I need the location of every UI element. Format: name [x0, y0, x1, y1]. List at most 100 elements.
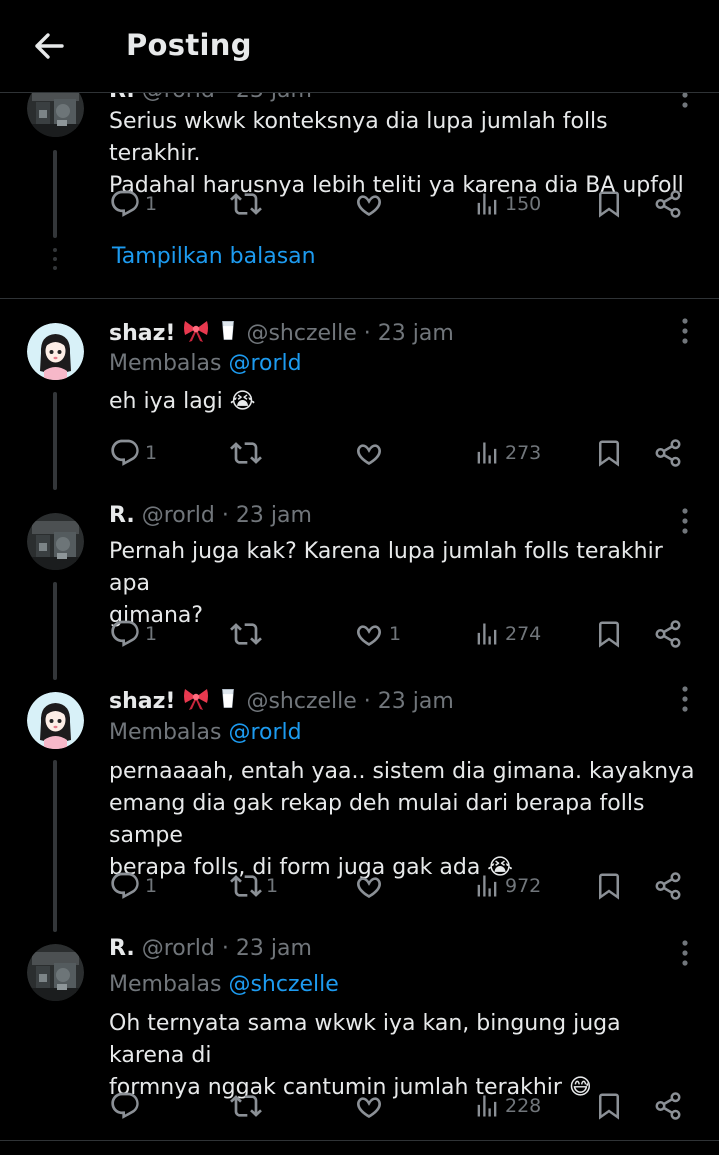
share-button[interactable] — [653, 186, 683, 222]
tweet-meta: R. @rorld · 23 jam — [109, 503, 312, 528]
like-button[interactable]: 1 — [353, 616, 401, 652]
tweet[interactable]: shaz! @shczelle · 23 jam Membalas @rorld… — [0, 300, 719, 490]
show-replies-link[interactable]: Tampilkan balasan — [112, 244, 316, 269]
thread-line — [53, 760, 57, 932]
ribbon-emoji — [182, 684, 210, 712]
retweet-button[interactable] — [230, 435, 266, 471]
mention-link[interactable]: @rorld — [228, 720, 301, 745]
views-button[interactable]: 972 — [473, 868, 541, 904]
retweet-button[interactable]: 1 — [230, 868, 278, 904]
reply-count: 1 — [145, 875, 158, 897]
share-icon — [653, 1091, 683, 1121]
share-button[interactable] — [653, 616, 683, 652]
like-button[interactable] — [353, 186, 385, 222]
avatar[interactable] — [27, 323, 84, 380]
retweet-icon — [230, 188, 262, 220]
bookmark-button[interactable] — [594, 616, 624, 652]
tweet-text: pernaaaah, entah yaa.. sistem dia gimana… — [109, 759, 695, 880]
bookmark-button[interactable] — [594, 1088, 624, 1124]
tweet-actions: 1 273 — [109, 435, 699, 471]
bookmark-button[interactable] — [594, 868, 624, 904]
thread-gap-dots — [52, 248, 58, 275]
mention-link[interactable]: @shczelle — [228, 972, 338, 997]
reply-button[interactable]: 1 — [109, 868, 157, 904]
tweet-meta: R. @rorld · 23 jam — [109, 936, 312, 961]
heart-icon — [353, 618, 385, 650]
handle[interactable]: @shczelle — [246, 321, 356, 346]
display-name[interactable]: R. — [109, 936, 135, 961]
bookmark-icon — [594, 619, 624, 649]
views-icon — [473, 1092, 501, 1120]
views-button[interactable]: 228 — [473, 1088, 541, 1124]
bookmark-icon — [594, 871, 624, 901]
share-icon — [653, 189, 683, 219]
bookmark-button[interactable] — [594, 186, 624, 222]
bookmark-icon — [594, 1091, 624, 1121]
views-icon — [473, 439, 501, 467]
like-button[interactable] — [353, 435, 389, 471]
tweet-text: eh iya lagi 😭 — [109, 389, 256, 414]
heart-icon — [353, 188, 385, 220]
share-button[interactable] — [653, 868, 683, 904]
handle[interactable]: @shczelle — [246, 689, 356, 714]
bookmark-icon — [594, 438, 624, 468]
timestamp[interactable]: 23 jam — [236, 503, 312, 528]
retweet-icon — [230, 870, 262, 902]
heart-icon — [353, 1090, 385, 1122]
timestamp[interactable]: 23 jam — [378, 689, 454, 714]
mention-link[interactable]: @rorld — [228, 351, 301, 376]
tweet[interactable]: R. @rorld · 23 jam Pernah juga kak? Kare… — [0, 490, 719, 680]
retweet-button[interactable] — [230, 186, 262, 222]
reply-button[interactable]: 1 — [109, 616, 157, 652]
bookmark-button[interactable] — [594, 435, 624, 471]
timestamp[interactable]: 23 jam — [378, 321, 454, 346]
reply-button[interactable] — [109, 1088, 145, 1124]
timestamp[interactable]: 23 jam — [236, 936, 312, 961]
arrow-left-icon — [35, 33, 64, 59]
milk-glass-emoji — [217, 316, 239, 344]
reply-button[interactable]: 1 — [109, 186, 157, 222]
views-button[interactable]: 150 — [473, 186, 541, 222]
handle[interactable]: @rorld — [142, 936, 215, 961]
views-icon — [473, 620, 501, 648]
more-options-icon[interactable] — [674, 316, 696, 346]
like-button[interactable] — [353, 1088, 389, 1124]
display-name[interactable]: shaz! — [109, 321, 175, 346]
avatar[interactable] — [27, 513, 84, 570]
tweet[interactable]: shaz! @shczelle · 23 jam Membalas @rorld… — [0, 680, 719, 936]
reply-icon — [109, 618, 141, 650]
thread-line — [53, 392, 57, 490]
avatar[interactable] — [27, 692, 84, 749]
more-options-icon[interactable] — [674, 684, 696, 714]
tweet-actions: 1 1 972 — [109, 868, 699, 904]
share-button[interactable] — [653, 1088, 683, 1124]
tweet[interactable]: R. @rorld · 23 jam Membalas @shczelle Oh… — [0, 936, 719, 1142]
views-icon — [473, 872, 501, 900]
back-button[interactable] — [30, 27, 68, 65]
retweet-button[interactable] — [230, 1088, 266, 1124]
share-icon — [653, 619, 683, 649]
more-options-icon[interactable] — [674, 938, 696, 968]
reply-icon — [109, 188, 141, 220]
thread-feed: R. @rorld · 23 jam Serius wkwk konteksny… — [0, 0, 719, 1155]
tweet-actions: 1 150 — [109, 186, 699, 222]
more-options-icon[interactable] — [674, 506, 696, 536]
divider — [0, 298, 719, 299]
display-name[interactable]: R. — [109, 503, 135, 528]
display-name[interactable]: shaz! — [109, 689, 175, 714]
views-button[interactable]: 273 — [473, 435, 541, 471]
thread-line — [53, 582, 57, 680]
avatar[interactable] — [27, 944, 84, 1001]
reply-count: 1 — [145, 193, 158, 215]
views-button[interactable]: 274 — [473, 616, 541, 652]
heart-icon — [353, 437, 385, 469]
view-count: 274 — [505, 623, 542, 645]
divider — [0, 1140, 719, 1141]
reply-button[interactable]: 1 — [109, 435, 157, 471]
tweet-actions: 228 — [109, 1088, 699, 1124]
share-button[interactable] — [653, 435, 683, 471]
like-button[interactable] — [353, 868, 389, 904]
retweet-button[interactable] — [230, 616, 266, 652]
tweet-actions: 1 1 274 — [109, 616, 699, 652]
handle[interactable]: @rorld — [142, 503, 215, 528]
